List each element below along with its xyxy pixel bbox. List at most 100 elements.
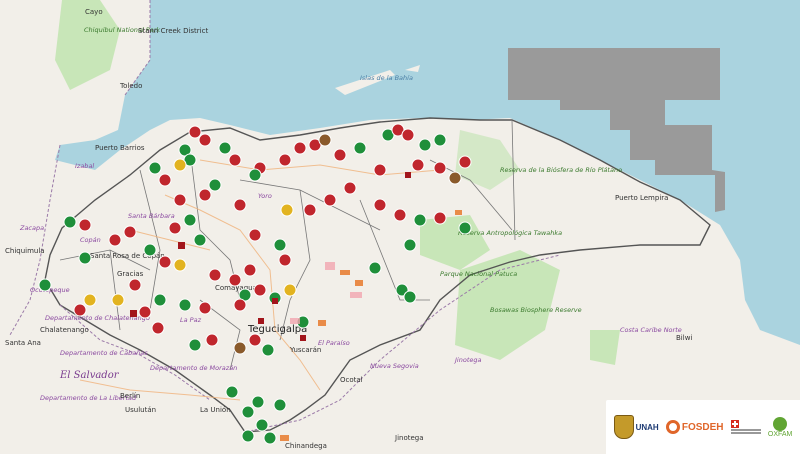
marker-red[interactable] xyxy=(168,221,182,235)
marker-yellow[interactable] xyxy=(283,283,297,297)
marker-green[interactable] xyxy=(458,221,472,235)
label-costa-caribe: Costa Caribe Norte xyxy=(620,326,682,334)
marker-brown[interactable] xyxy=(448,171,462,185)
marker-red[interactable] xyxy=(158,173,172,187)
marker-red[interactable] xyxy=(253,283,267,297)
marker-red[interactable] xyxy=(228,273,242,287)
marker-red[interactable] xyxy=(123,225,137,239)
marker-brown[interactable] xyxy=(233,341,247,355)
marker-red[interactable] xyxy=(373,198,387,212)
label-santa-ana: Santa Ana xyxy=(5,339,41,347)
marker-green[interactable] xyxy=(218,141,232,155)
marker-red[interactable] xyxy=(293,141,307,155)
marker-red[interactable] xyxy=(233,198,247,212)
marker-yellow[interactable] xyxy=(83,293,97,307)
marker-red[interactable] xyxy=(158,255,172,269)
marker-red[interactable] xyxy=(401,128,415,142)
marker-red[interactable] xyxy=(433,211,447,225)
marker-red[interactable] xyxy=(323,193,337,207)
marker-red[interactable] xyxy=(73,303,87,317)
marker-green[interactable] xyxy=(368,261,382,275)
label-islas-bahia: Islas de la Bahía xyxy=(360,74,413,82)
marker-green[interactable] xyxy=(273,238,287,252)
marker-red[interactable] xyxy=(228,153,242,167)
label-el-paraiso: El Paraíso xyxy=(318,339,350,347)
marker-red[interactable] xyxy=(411,158,425,172)
marker-green[interactable] xyxy=(263,431,277,445)
marker-yellow[interactable] xyxy=(280,203,294,217)
marker-red[interactable] xyxy=(333,148,347,162)
marker-green[interactable] xyxy=(63,215,77,229)
marker-red[interactable] xyxy=(205,333,219,347)
marker-green[interactable] xyxy=(273,398,287,412)
marker-green[interactable] xyxy=(225,385,239,399)
marker-red[interactable] xyxy=(278,153,292,167)
marker-yellow[interactable] xyxy=(173,158,187,172)
marker-green[interactable] xyxy=(251,395,265,409)
marker-green[interactable] xyxy=(248,168,262,182)
marker-red[interactable] xyxy=(208,268,222,282)
marker-red[interactable] xyxy=(198,188,212,202)
marker-red[interactable] xyxy=(458,155,472,169)
marker-red[interactable] xyxy=(188,125,202,139)
marker-green[interactable] xyxy=(403,290,417,304)
protected-area-misc xyxy=(590,330,620,365)
label-la-paz: La Paz xyxy=(180,316,202,324)
marker-yellow[interactable] xyxy=(111,293,125,307)
marker-red[interactable] xyxy=(198,301,212,315)
marker-red[interactable] xyxy=(393,208,407,222)
marker-green[interactable] xyxy=(148,161,162,175)
marker-green[interactable] xyxy=(255,418,269,432)
marker-green[interactable] xyxy=(433,133,447,147)
label-stann-creek: Stann Creek District xyxy=(138,27,208,35)
label-dept-morazan: Departamento de Morazán xyxy=(150,364,237,372)
marker-red[interactable] xyxy=(243,263,257,277)
marker-red[interactable] xyxy=(78,218,92,232)
fosdeh-ring-icon xyxy=(665,420,680,434)
marker-green[interactable] xyxy=(193,233,207,247)
logo-bar: UNAH FOSDEH OXFAM xyxy=(606,400,800,454)
marker-green[interactable] xyxy=(78,251,92,265)
marker-brown[interactable] xyxy=(318,133,332,147)
label-usulutan: Usulután xyxy=(125,406,156,414)
marker-red[interactable] xyxy=(233,298,247,312)
logo-oxfam: OXFAM xyxy=(768,416,792,438)
marker-red[interactable] xyxy=(433,161,447,175)
map-canvas[interactable]: Cayo Chiquibul National Park Stann Creek… xyxy=(0,0,800,454)
label-la-union: La Unión xyxy=(200,406,231,414)
marker-green[interactable] xyxy=(208,178,222,192)
label-puerto-barrios: Puerto Barrios xyxy=(95,144,145,152)
marker-green[interactable] xyxy=(143,243,157,257)
marker-red[interactable] xyxy=(108,233,122,247)
marker-green[interactable] xyxy=(38,278,52,292)
marker-green[interactable] xyxy=(188,338,202,352)
marker-green[interactable] xyxy=(153,293,167,307)
marker-yellow[interactable] xyxy=(173,258,187,272)
marker-red[interactable] xyxy=(303,203,317,217)
label-puerto-lempira: Puerto Lempira xyxy=(615,194,668,202)
marker-green[interactable] xyxy=(353,141,367,155)
marker-green[interactable] xyxy=(418,138,432,152)
marker-red[interactable] xyxy=(198,133,212,147)
marker-green[interactable] xyxy=(241,405,255,419)
marker-red[interactable] xyxy=(248,228,262,242)
marker-green[interactable] xyxy=(413,213,427,227)
label-gracias: Gracias xyxy=(117,270,144,278)
marker-red[interactable] xyxy=(173,193,187,207)
marker-red[interactable] xyxy=(138,305,152,319)
label-toledo: Toledo xyxy=(119,82,142,90)
marker-red[interactable] xyxy=(248,333,262,347)
marker-red[interactable] xyxy=(373,163,387,177)
logo-fosdeh: FOSDEH xyxy=(665,420,724,434)
marker-green[interactable] xyxy=(241,429,255,443)
marker-red[interactable] xyxy=(151,321,165,335)
island-guanaja xyxy=(405,65,420,72)
marker-green[interactable] xyxy=(178,298,192,312)
marker-green[interactable] xyxy=(403,238,417,252)
marker-red[interactable] xyxy=(343,181,357,195)
marker-green[interactable] xyxy=(261,343,275,357)
marker-red[interactable] xyxy=(128,278,142,292)
label-yoro: Yoro xyxy=(258,192,272,200)
marker-red[interactable] xyxy=(278,253,292,267)
marker-green[interactable] xyxy=(183,213,197,227)
